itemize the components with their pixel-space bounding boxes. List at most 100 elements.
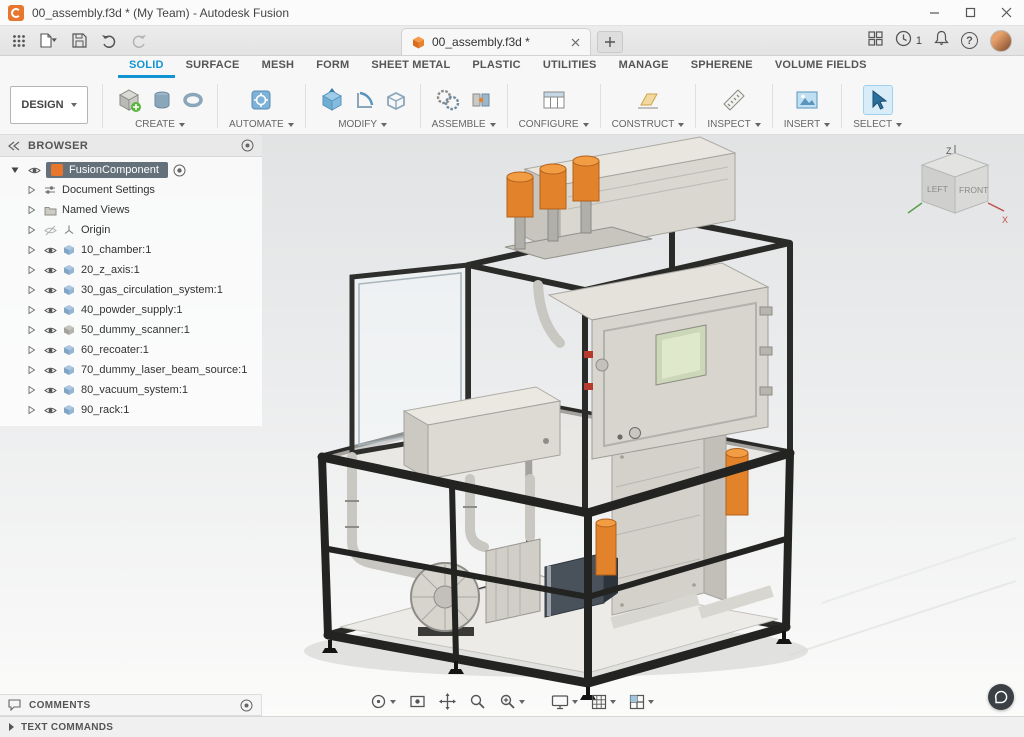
tab-sheet-metal[interactable]: SHEET METAL — [360, 56, 461, 78]
revolve-icon[interactable] — [180, 87, 206, 113]
browser-item-label[interactable]: Named Views — [62, 204, 130, 216]
construct-plane-icon[interactable] — [633, 85, 663, 115]
configure-icon[interactable] — [539, 85, 569, 115]
shell-icon[interactable] — [383, 87, 409, 113]
browser-item-component[interactable]: 70_dummy_laser_beam_source:1 — [0, 360, 262, 380]
expand-arrow-icon[interactable] — [24, 405, 38, 415]
fillet-icon[interactable] — [352, 87, 378, 113]
close-tab-icon[interactable] — [571, 38, 580, 47]
undo-icon[interactable] — [96, 29, 122, 53]
browser-item-component[interactable]: 20_z_axis:1 — [0, 260, 262, 280]
browser-item-label[interactable]: 50_dummy_scanner:1 — [81, 324, 190, 336]
look-at-button[interactable] — [404, 690, 431, 713]
browser-item-label[interactable]: 40_powder_supply:1 — [81, 304, 183, 316]
as-built-joint-icon[interactable] — [468, 87, 494, 113]
visibility-eye-icon[interactable] — [43, 245, 57, 256]
collapse-browser-icon[interactable] — [8, 141, 20, 151]
browser-item-label[interactable]: 20_z_axis:1 — [81, 264, 140, 276]
expand-arrow-icon[interactable] — [24, 385, 38, 395]
pan-button[interactable] — [434, 690, 461, 713]
press-pull-icon[interactable] — [317, 85, 347, 115]
expand-arrow-icon[interactable] — [8, 165, 22, 175]
browser-item-label[interactable]: 60_recoater:1 — [81, 344, 149, 356]
browser-item-label[interactable]: Origin — [81, 224, 110, 236]
app-grid-menu-icon[interactable] — [6, 29, 32, 53]
expand-arrow-icon[interactable] — [24, 305, 38, 315]
browser-options-icon[interactable] — [241, 139, 254, 152]
root-component-label[interactable]: FusionComponent — [69, 164, 159, 176]
select-dropdown[interactable]: SELECT — [853, 119, 902, 132]
expand-arrow-icon[interactable] — [24, 225, 38, 235]
visibility-eye-icon[interactable] — [43, 285, 57, 296]
tab-plastic[interactable]: PLASTIC — [461, 56, 531, 78]
comments-panel[interactable]: COMMENTS — [0, 694, 262, 716]
tab-manage[interactable]: MANAGE — [608, 56, 680, 78]
notifications-bell-icon[interactable] — [934, 30, 949, 51]
visibility-eye-off-icon[interactable] — [43, 225, 57, 236]
expand-arrow-icon[interactable] — [24, 345, 38, 355]
3d-viewport[interactable]: LEFT FRONT X Z BROWSER — [0, 135, 1024, 716]
help-icon[interactable]: ? — [961, 32, 978, 49]
tab-mesh[interactable]: MESH — [251, 56, 306, 78]
assemble-dropdown[interactable]: ASSEMBLE — [432, 119, 496, 132]
visibility-eye-icon[interactable] — [43, 265, 57, 276]
file-menu-icon[interactable] — [36, 29, 62, 53]
configure-dropdown[interactable]: CONFIGURE — [519, 119, 589, 132]
browser-item-label[interactable]: 30_gas_circulation_system:1 — [81, 284, 223, 296]
insert-dropdown[interactable]: INSERT — [784, 119, 831, 132]
browser-item-label[interactable]: 80_vacuum_system:1 — [81, 384, 188, 396]
browser-item-label[interactable]: 10_chamber:1 — [81, 244, 151, 256]
browser-item-named-views[interactable]: Named Views — [0, 200, 262, 220]
automate-dropdown[interactable]: AUTOMATE — [229, 119, 294, 132]
modify-dropdown[interactable]: MODIFY — [338, 119, 387, 132]
redo-icon[interactable] — [126, 29, 152, 53]
visibility-eye-icon[interactable] — [43, 345, 57, 356]
expand-arrow-icon[interactable] — [24, 365, 38, 375]
visibility-eye-icon[interactable] — [27, 165, 41, 176]
zoom-window-button[interactable] — [464, 690, 491, 713]
visibility-eye-icon[interactable] — [43, 405, 57, 416]
extrude-icon[interactable] — [149, 87, 175, 113]
extensions-icon[interactable] — [868, 31, 883, 51]
expand-arrow-icon[interactable] — [24, 265, 38, 275]
save-icon[interactable] — [66, 29, 92, 53]
tab-spherene[interactable]: SPHERENE — [680, 56, 764, 78]
expand-arrow-icon[interactable] — [24, 185, 38, 195]
expand-comments-icon[interactable] — [240, 699, 253, 712]
expand-arrow-icon[interactable] — [24, 285, 38, 295]
display-settings-button[interactable] — [546, 691, 583, 713]
text-commands-bar[interactable]: TEXT COMMANDS — [0, 716, 1024, 737]
grid-settings-button[interactable] — [586, 691, 621, 713]
expand-text-commands-icon[interactable] — [9, 723, 14, 731]
browser-item-label[interactable]: 70_dummy_laser_beam_source:1 — [81, 364, 247, 376]
browser-item-component[interactable]: 50_dummy_scanner:1 — [0, 320, 262, 340]
assistant-button[interactable] — [988, 684, 1014, 710]
visibility-eye-icon[interactable] — [43, 385, 57, 396]
automate-icon[interactable] — [246, 85, 276, 115]
viewports-button[interactable] — [624, 691, 659, 713]
browser-item-component[interactable]: 90_rack:1 — [0, 400, 262, 420]
new-component-icon[interactable] — [114, 85, 144, 115]
browser-item-component[interactable]: 80_vacuum_system:1 — [0, 380, 262, 400]
browser-item-component[interactable]: 60_recoater:1 — [0, 340, 262, 360]
browser-item-origin[interactable]: Origin — [0, 220, 262, 240]
tab-volume-fields[interactable]: VOLUME FIELDS — [764, 56, 878, 78]
tab-surface[interactable]: SURFACE — [175, 56, 251, 78]
design-workspace-dropdown[interactable]: DESIGN — [10, 86, 88, 124]
browser-item-label[interactable]: 90_rack:1 — [81, 404, 129, 416]
view-cube[interactable]: LEFT FRONT X Z — [902, 145, 1010, 237]
maximize-button[interactable] — [952, 0, 988, 25]
joint-icon[interactable] — [433, 85, 463, 115]
browser-item-label[interactable]: Document Settings — [62, 184, 155, 196]
browser-item-component[interactable]: 10_chamber:1 — [0, 240, 262, 260]
tab-utilities[interactable]: UTILITIES — [532, 56, 608, 78]
visibility-eye-icon[interactable] — [43, 305, 57, 316]
document-tab[interactable]: 00_assembly.f3d * — [401, 28, 591, 55]
browser-root-item[interactable]: FusionComponent — [0, 160, 262, 180]
new-tab-button[interactable] — [597, 31, 623, 53]
tab-form[interactable]: FORM — [305, 56, 360, 78]
viewcube-front-label[interactable]: FRONT — [959, 185, 988, 195]
create-dropdown[interactable]: CREATE — [135, 119, 185, 132]
inspect-dropdown[interactable]: INSPECT — [707, 119, 760, 132]
job-status-icon[interactable] — [895, 30, 912, 52]
